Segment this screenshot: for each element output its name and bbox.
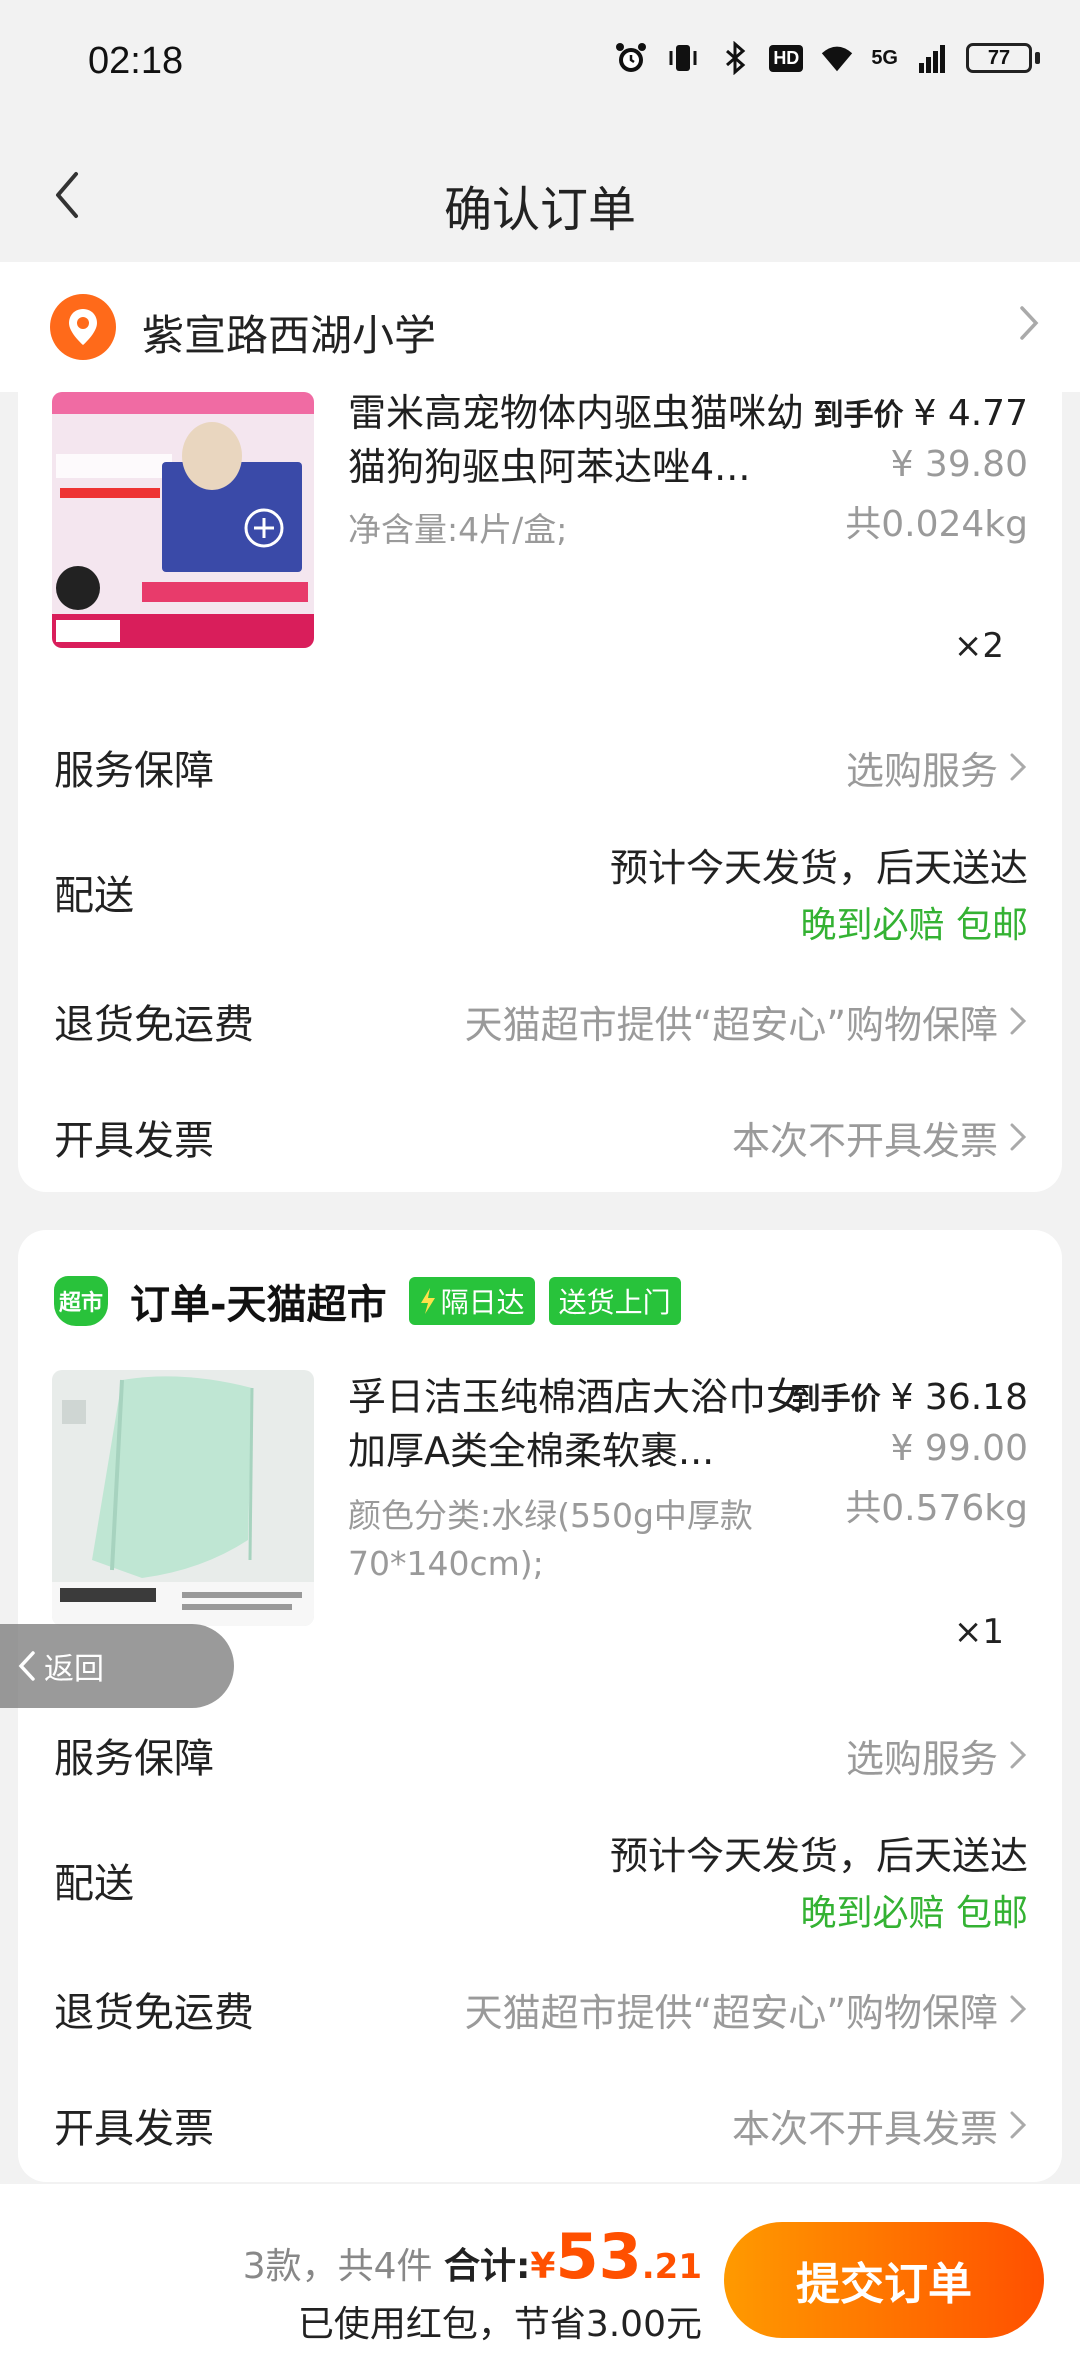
price-final: 到手价 ¥ 36.18: [791, 1374, 1028, 1418]
delivery-info: 预计今天发货，后天送达 晚到必赔 包邮: [610, 837, 1028, 948]
hd-badge: HD: [769, 44, 804, 72]
product-title[interactable]: 孚日洁玉纯棉酒店大浴巾女加厚A类全棉柔软裹...: [348, 1370, 808, 1478]
price-tag: 到手价: [813, 398, 904, 433]
price-block: 到手价 ¥ 36.18 ¥ 99.00 共0.576kg: [791, 1374, 1028, 1531]
price-final: 到手价 ¥ 4.77: [813, 390, 1028, 434]
badge-next-day: 隔日达: [408, 1277, 535, 1325]
wifi-icon: [819, 40, 855, 76]
delivery-info: 预计今天发货，后天送达 晚到必赔 包邮: [610, 1825, 1028, 1936]
delivery-estimate: 预计今天发货，后天送达: [609, 845, 1028, 890]
invoice-row[interactable]: 开具发票 本次不开具发票: [54, 1082, 1028, 1192]
delivery-badge: 晚到必赔 包邮: [800, 904, 1028, 946]
floating-back-button[interactable]: 返回: [0, 1624, 234, 1708]
location-pin-icon: [50, 294, 116, 360]
invoice-value: 本次不开具发票: [732, 2098, 1028, 2153]
chevron-right-icon: [1020, 306, 1039, 340]
service-value: 选购服务: [846, 1728, 1028, 1783]
delivery-label: 配送: [54, 873, 134, 919]
order-summary: 3款，共4件 合计:¥53.21 已使用红包，节省3.00元: [243, 2220, 702, 2347]
battery-level: 77: [966, 43, 1032, 73]
chevron-right-icon: [1010, 1995, 1027, 2023]
status-bar: 02:18 HD 5G 77: [0, 0, 1080, 130]
address-bar[interactable]: 紫宣路西湖小学: [0, 262, 1080, 392]
chevron-right-icon: [1010, 753, 1027, 781]
price-final-value: ¥ 4.77: [913, 393, 1028, 434]
chevron-right-icon: [1010, 1741, 1027, 1769]
alarm-icon: [613, 40, 649, 76]
item-count: 3款，共4件: [242, 2246, 433, 2287]
product-title[interactable]: 雷米高宠物体内驱虫猫咪幼猫狗狗驱虫阿苯达唑4...: [348, 386, 808, 494]
status-time: 02:18: [88, 40, 184, 82]
shop-name: 订单-天猫超市: [130, 1282, 387, 1328]
return-label: 退货免运费: [54, 1002, 254, 1048]
return-label: 退货免运费: [54, 1990, 254, 2036]
invoice-label: 开具发票: [54, 2106, 214, 2152]
floating-back-label: 返回: [44, 1652, 104, 1687]
page-title: 确认订单: [443, 182, 636, 238]
submit-order-button[interactable]: 提交订单: [724, 2222, 1044, 2338]
chevron-right-icon: [1010, 1007, 1027, 1035]
summary-total-line: 3款，共4件 合计:¥53.21: [243, 2220, 702, 2293]
address-text: 紫宣路西湖小学: [142, 311, 437, 360]
product-weight: 共0.024kg: [845, 504, 1028, 545]
currency-symbol: ¥: [530, 2246, 556, 2287]
price-original: ¥ 99.00: [890, 1428, 1028, 1469]
delivery-row: 配送 预计今天发货，后天送达 晚到必赔 包邮: [54, 832, 1028, 952]
invoice-row[interactable]: 开具发票 本次不开具发票: [54, 2070, 1028, 2180]
total-label: 合计:: [444, 2246, 531, 2287]
delivery-badge: 晚到必赔 包邮: [800, 1892, 1028, 1934]
total-integer: 53: [555, 2220, 642, 2293]
service-value: 选购服务: [846, 740, 1028, 795]
savings-text: 已使用红包，节省3.00元: [297, 2304, 702, 2345]
delivery-label: 配送: [54, 1861, 134, 1907]
order-card-1: 雷米高宠物体内驱虫猫咪幼猫狗狗驱虫阿苯达唑4... 净含量:4片/盒; 到手价 ¥…: [18, 390, 1062, 1192]
price-tag: 到手价: [790, 1382, 881, 1417]
invoice-label: 开具发票: [54, 1118, 214, 1164]
network-label: 5G: [871, 46, 898, 69]
status-icons: HD 5G 77: [613, 40, 1040, 76]
nav-bar: 确认订单: [0, 130, 1080, 260]
badge-door-delivery: 送货上门: [548, 1277, 681, 1325]
bottom-bar: 3款，共4件 合计:¥53.21 已使用红包，节省3.00元 提交订单: [0, 2184, 1080, 2376]
return-row[interactable]: 退货免运费 天猫超市提供“超安心”购物保障: [54, 1954, 1028, 2064]
return-value: 天猫超市提供“超安心”购物保障: [465, 1982, 1028, 2037]
shop-header: 超市 订单-天猫超市 隔日达 送货上门: [54, 1272, 681, 1330]
vibrate-icon: [665, 40, 701, 76]
product-quantity: ×1: [953, 1612, 1004, 1652]
price-final-value: ¥ 36.18: [890, 1377, 1028, 1418]
invoice-value: 本次不开具发票: [732, 1110, 1028, 1165]
lightning-icon: [420, 1288, 435, 1314]
service-label: 服务保障: [54, 1736, 214, 1782]
return-value: 天猫超市提供“超安心”购物保障: [465, 994, 1028, 1049]
chevron-right-icon: [1010, 1123, 1027, 1151]
product-weight: 共0.576kg: [845, 1488, 1028, 1529]
signal-icon: [914, 40, 950, 76]
total-decimal: .21: [641, 2247, 702, 2287]
product-image-dewormer[interactable]: [52, 392, 314, 648]
product-spec[interactable]: 净含量:4片/盒;: [348, 506, 808, 554]
service-row[interactable]: 服务保障 选购服务: [54, 712, 1028, 822]
chevron-right-icon: [1010, 2111, 1027, 2139]
battery-icon: 77: [966, 43, 1040, 73]
product-image-towel[interactable]: [52, 1370, 314, 1626]
service-label: 服务保障: [54, 748, 214, 794]
price-original: ¥ 39.80: [890, 444, 1028, 485]
bluetooth-icon: [717, 40, 753, 76]
delivery-estimate: 预计今天发货，后天送达: [609, 1833, 1028, 1878]
service-row[interactable]: 服务保障 选购服务: [54, 1700, 1028, 1810]
product-spec[interactable]: 颜色分类:水绿(550g中厚款70*140cm);: [348, 1492, 798, 1588]
price-block: 到手价 ¥ 4.77 ¥ 39.80 共0.024kg: [813, 390, 1028, 547]
product-quantity: ×2: [953, 626, 1004, 666]
shop-logo: 超市: [54, 1276, 108, 1326]
back-icon: [18, 1651, 35, 1681]
delivery-row: 配送 预计今天发货，后天送达 晚到必赔 包邮: [54, 1820, 1028, 1940]
return-row[interactable]: 退货免运费 天猫超市提供“超安心”购物保障: [54, 966, 1028, 1076]
